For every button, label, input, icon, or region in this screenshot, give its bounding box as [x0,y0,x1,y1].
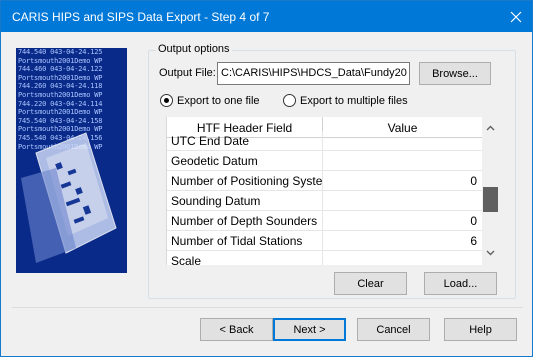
table-row[interactable]: Number of Positioning Syste 0 [167,171,482,191]
output-file-input[interactable]: C:\CARIS\HIPS\HDCS_Data\Fundy20 [217,62,410,85]
load-button[interactable]: Load... [424,272,497,295]
cell-value[interactable] [323,251,482,265]
table-row[interactable]: Number of Depth Sounders 0 [167,211,482,231]
back-button[interactable]: < Back [200,318,273,341]
chevron-up-icon [486,125,495,130]
window-title: CARIS HIPS and SIPS Data Export - Step 4… [12,10,270,24]
table-row[interactable]: Sounding Datum [167,191,482,211]
cell-value[interactable]: 0 [323,171,482,190]
close-icon [510,11,522,22]
cell-field: UTC End Date [167,131,323,150]
scroll-thumb[interactable] [483,187,498,212]
cancel-button[interactable]: Cancel [357,318,430,341]
footer-separator [12,307,523,308]
document-graphic [21,132,117,263]
radio-unchecked-icon [283,94,296,107]
cell-field: Geodetic Datum [167,151,323,170]
table-row[interactable]: Scale [167,251,482,265]
table-row[interactable]: Geodetic Datum [167,151,482,171]
help-button[interactable]: Help [444,318,517,341]
cell-value[interactable]: 0 [323,211,482,230]
cell-value[interactable] [323,151,482,170]
scroll-up-button[interactable] [482,119,499,136]
cell-field: Number of Positioning Syste [167,171,323,190]
table-row[interactable]: Number of Tidal Stations 6 [167,231,482,251]
scroll-down-button[interactable] [482,244,499,261]
cell-field: Number of Tidal Stations [167,231,323,250]
grid-scrollbar[interactable] [482,117,499,265]
grid-body: UTC End Date Geodetic Datum Number of Posi… [167,131,482,265]
cell-value[interactable]: 6 [323,231,482,250]
export-one-file-label: Export to one file [177,94,260,107]
chevron-down-icon [486,250,495,255]
clear-button[interactable]: Clear [334,272,407,295]
table-row[interactable]: UTC End Date [167,131,482,151]
close-button[interactable] [500,1,532,32]
wizard-banner-image: 744.540 043-04-24.125 Portsmouth2001Demo … [16,48,127,273]
cell-field: Number of Depth Sounders [167,211,323,230]
export-one-file-radio[interactable]: Export to one file [160,94,260,107]
next-button[interactable]: Next > [273,318,346,341]
export-multiple-files-radio[interactable]: Export to multiple files [283,94,408,107]
radio-checked-icon [160,94,173,107]
cell-field: Sounding Datum [167,191,323,210]
cell-value[interactable] [323,131,482,150]
title-bar: CARIS HIPS and SIPS Data Export - Step 4… [1,1,532,32]
htf-header-grid[interactable]: HTF Header Field Value UTC End Date Geode… [166,117,482,265]
cell-field: Scale [167,251,323,265]
browse-button[interactable]: Browse... [419,62,491,85]
output-options-label: Output options [156,43,232,55]
cell-value[interactable] [323,191,482,210]
export-wizard-window: CARIS HIPS and SIPS Data Export - Step 4… [0,0,533,357]
output-file-label: Output File: [159,67,216,79]
export-multiple-files-label: Export to multiple files [300,94,408,107]
